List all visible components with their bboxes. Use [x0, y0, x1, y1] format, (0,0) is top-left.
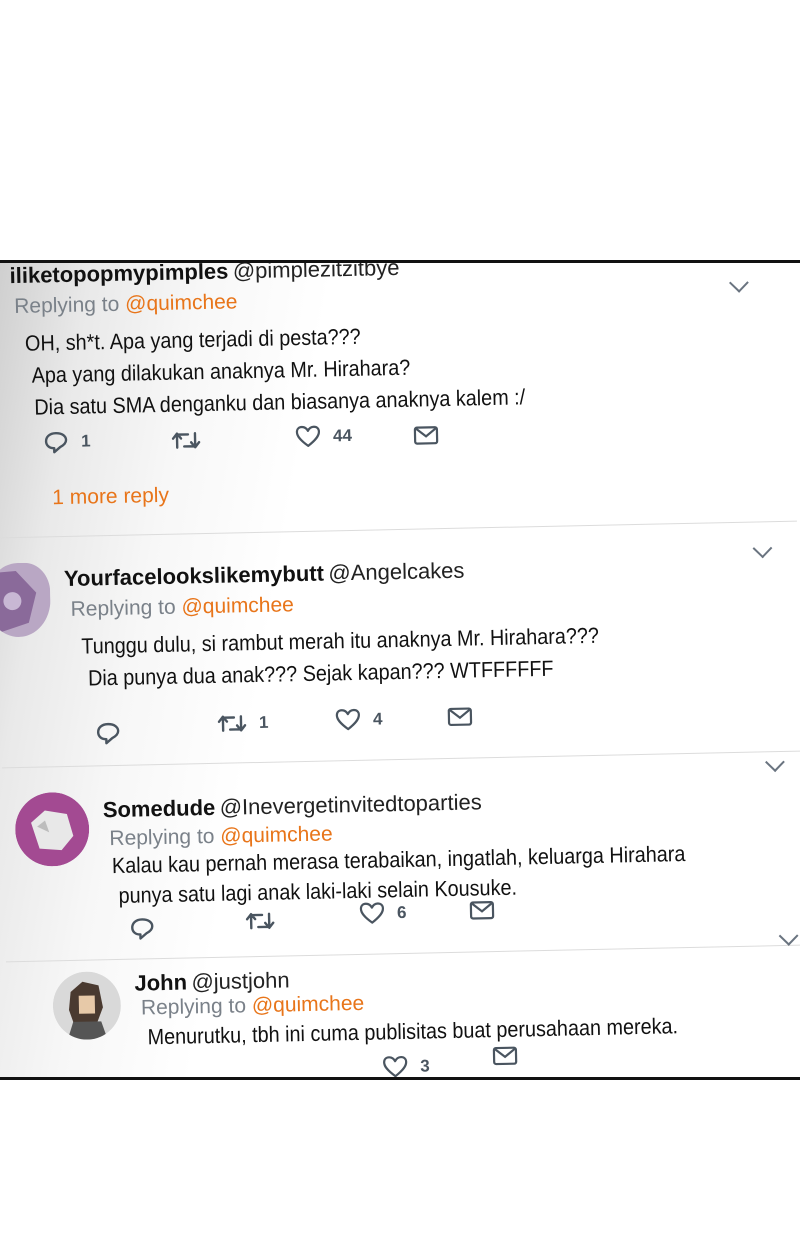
retweet-action[interactable]: [245, 910, 275, 933]
reply-action[interactable]: [95, 721, 121, 746]
tweet-text-line: OH, sh*t. Apa yang terjadi di pesta???: [24, 323, 361, 356]
reply-icon: [131, 918, 154, 940]
chevron-down-icon[interactable]: [752, 538, 773, 559]
like-count: 4: [372, 709, 383, 729]
retweet-action[interactable]: 1: [217, 712, 269, 735]
tweet-author-handle[interactable]: @Angelcakes: [328, 558, 465, 586]
message-action[interactable]: [413, 424, 439, 447]
replying-to-handle[interactable]: @quimchee: [125, 290, 238, 315]
replying-to-handle[interactable]: @quimchee: [181, 593, 294, 618]
chevron-down-icon[interactable]: [778, 926, 799, 946]
like-count: 44: [332, 425, 353, 446]
like-action[interactable]: 3: [382, 1054, 430, 1077]
tweet-text-line: Apa yang dilakukan anaknya Mr. Hirahara?: [31, 354, 411, 388]
tweet-divider: [0, 520, 797, 539]
heart-icon: [295, 425, 321, 447]
heart-icon: [383, 1055, 408, 1077]
reply-count: 1: [80, 431, 91, 451]
tweet-text-line: Dia punya dua anak??? Sejak kapan??? WTF…: [87, 655, 554, 691]
reply-action[interactable]: [129, 916, 155, 941]
replying-to-label: Replying to: [140, 994, 247, 1020]
retweet-action[interactable]: [270, 1075, 300, 1080]
replying-to: Replying to @quimchee: [141, 992, 365, 1021]
replying-to-handle[interactable]: @quimchee: [252, 992, 365, 1017]
tweet-2: Yourfacelookslikemybutt @Angelcakes Repl…: [0, 538, 797, 745]
like-count: 6: [396, 902, 407, 923]
replying-to-label: Replying to: [109, 824, 215, 851]
tweet-author-name[interactable]: iliketopopmypimples: [9, 263, 228, 288]
replying-to-handle[interactable]: @quimchee: [220, 822, 333, 847]
retweet-count: 1: [258, 712, 269, 732]
like-count: 3: [420, 1056, 430, 1076]
like-action[interactable]: 4: [335, 707, 383, 732]
like-action[interactable]: 44: [295, 424, 352, 449]
avatar[interactable]: [0, 562, 52, 638]
like-action[interactable]: 6: [359, 901, 407, 926]
avatar[interactable]: [52, 971, 121, 1041]
tweet-author-name[interactable]: Yourfacelookslikemybutt: [64, 561, 324, 591]
tweet-author-name[interactable]: John: [134, 970, 187, 996]
avatar[interactable]: [14, 792, 90, 868]
envelope-icon: [469, 901, 495, 920]
tweet-text-line: Tunggu dulu, si rambut merah itu anaknya…: [81, 622, 600, 659]
reply-icon: [96, 722, 120, 745]
tweet-divider: [5, 944, 800, 963]
chevron-down-icon[interactable]: [729, 272, 749, 293]
replying-to: Replying to @quimchee: [109, 822, 333, 851]
tweet-text-line: Dia satu SMA denganku dan biasanya anakn…: [34, 384, 526, 420]
tweet-author-handle[interactable]: @pimplezitzitbye: [233, 263, 400, 283]
message-action[interactable]: [469, 899, 495, 922]
envelope-icon: [492, 1046, 518, 1066]
tweet-author-name[interactable]: Somedude: [103, 795, 216, 822]
envelope-icon: [413, 426, 439, 445]
envelope-icon: [447, 707, 473, 727]
heart-icon: [335, 708, 360, 731]
tweet-text-line: punya satu lagi anak laki-laki selain Ko…: [118, 874, 518, 908]
retweet-action[interactable]: [171, 429, 201, 452]
tweet-text-line: Menurutku, tbh ini cuma publisitas buat …: [147, 1013, 679, 1050]
retweet-icon: [217, 715, 247, 732]
replying-to: Replying to @quimchee: [70, 593, 294, 622]
replying-to: Replying to @quimchee: [14, 290, 238, 319]
message-action[interactable]: [492, 1045, 518, 1068]
more-replies-link[interactable]: 1 more reply: [52, 484, 169, 510]
message-action[interactable]: [447, 705, 473, 728]
comic-panel: iliketopopmypimples @pimplezitzitbye Rep…: [0, 260, 800, 1080]
chevron-down-icon[interactable]: [765, 752, 785, 773]
retweet-icon: [171, 432, 201, 449]
heart-icon: [359, 902, 385, 924]
tweet-divider: [1, 750, 800, 769]
reply-action[interactable]: 1: [43, 429, 91, 454]
tweet-author-handle[interactable]: @Inevergetinvitedtoparties: [219, 789, 482, 819]
retweet-icon: [270, 1075, 300, 1080]
tweet-thread: iliketopopmypimples @pimplezitzitbye Rep…: [0, 263, 800, 1077]
tweet-4: John @justjohn Replying to @quimchee Men…: [6, 926, 800, 1077]
reply-icon: [44, 431, 68, 454]
tweet-1: iliketopopmypimples @pimplezitzitbye Rep…: [0, 263, 791, 509]
tweet-author-handle[interactable]: @justjohn: [191, 967, 290, 994]
replying-to-label: Replying to: [70, 595, 176, 621]
replying-to-label: Replying to: [13, 292, 120, 318]
retweet-icon: [245, 912, 275, 930]
